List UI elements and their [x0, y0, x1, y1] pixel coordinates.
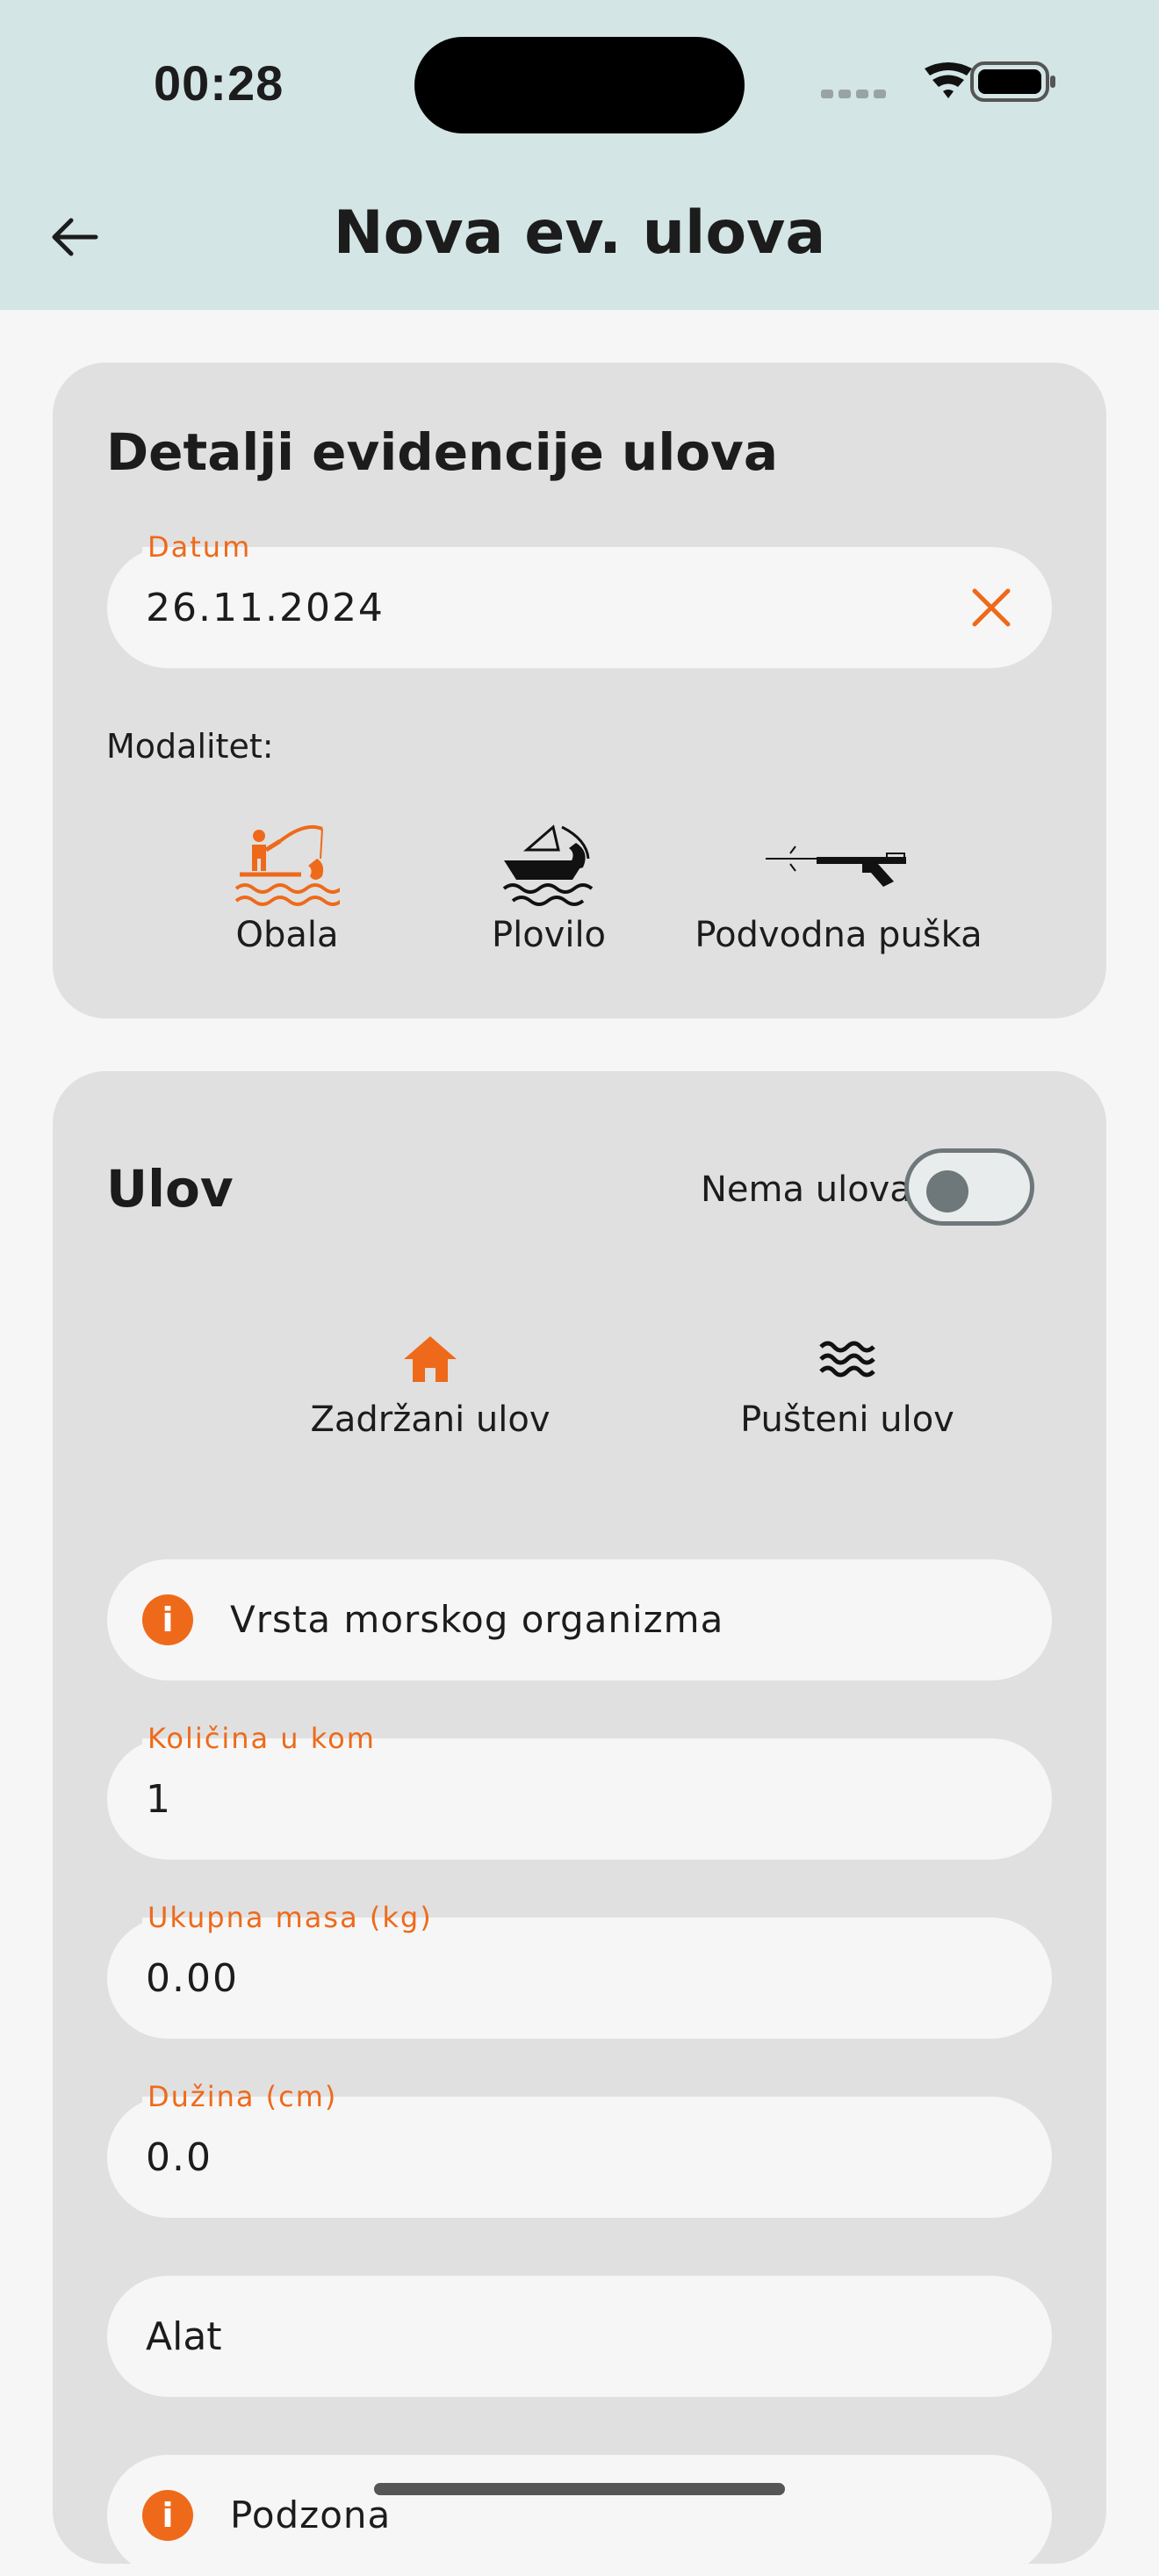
mass-field[interactable]: Ukupna masa (kg) 0.00	[107, 1900, 1052, 2039]
date-field-value: 26.11.2024	[146, 586, 385, 630]
subzone-field[interactable]: i Podzona	[107, 2455, 1052, 2576]
app-header: 00:28 Nova ev. ulova	[0, 0, 1159, 310]
quantity-field-label: Količina u kom	[142, 1721, 381, 1756]
species-field-placeholder: Vrsta morskog organizma	[230, 1598, 724, 1641]
home-icon	[404, 1336, 457, 1382]
mode-podvodna-puska[interactable]: Podvodna puška	[694, 824, 983, 955]
length-field[interactable]: Dužina (cm) 0.0	[107, 2079, 1052, 2218]
toggle-knob	[926, 1170, 968, 1212]
status-icons	[821, 61, 1055, 102]
catch-details-card: Detalji evidencije ulova Datum 26.11.202…	[53, 363, 1106, 1018]
tab-pusteni-ulov[interactable]: Pušteni ulov	[650, 1335, 1045, 1440]
catch-card-title: Ulov	[106, 1159, 234, 1219]
subzone-field-placeholder: Podzona	[230, 2493, 392, 2536]
boat-fishing-icon	[502, 824, 594, 906]
tool-field-placeholder: Alat	[146, 2314, 222, 2359]
mode-obala-label: Obala	[235, 915, 339, 955]
signal-icon	[821, 90, 886, 98]
date-field[interactable]: Datum 26.11.2024	[107, 529, 1052, 668]
wifi-icon	[925, 62, 972, 98]
length-field-value: 0.0	[146, 2135, 212, 2180]
length-field-label: Dužina (cm)	[142, 2079, 343, 2114]
mode-plovilo[interactable]: Plovilo	[439, 824, 659, 955]
waves-icon	[819, 1341, 875, 1378]
species-field[interactable]: i Vrsta morskog organizma	[107, 1559, 1052, 1680]
mode-obala[interactable]: Obala	[176, 824, 399, 955]
tab-zadrzani-ulov-label: Zadržani ulov	[310, 1400, 551, 1440]
quantity-field[interactable]: Količina u kom 1	[107, 1721, 1052, 1860]
no-catch-toggle[interactable]	[904, 1148, 1034, 1226]
date-field-label: Datum	[142, 529, 257, 565]
mass-field-value: 0.00	[146, 1956, 239, 2001]
tool-field[interactable]: Alat	[107, 2276, 1052, 2397]
modalitet-label: Modalitet:	[106, 727, 274, 766]
mode-podvodna-puska-label: Podvodna puška	[695, 915, 983, 955]
catch-card: Ulov Nema ulova Zadržani ulov Pušteni ul…	[53, 1071, 1106, 2576]
page-title: Nova ev. ulova	[333, 198, 826, 268]
quantity-field-value: 1	[146, 1777, 172, 1822]
tab-zadrzani-ulov[interactable]: Zadržani ulov	[246, 1335, 615, 1440]
shore-fishing-icon	[234, 824, 340, 906]
speargun-icon	[766, 845, 906, 887]
mode-plovilo-label: Plovilo	[491, 915, 607, 955]
status-time: 00:28	[154, 55, 284, 111]
battery-icon	[970, 61, 1055, 102]
tab-pusteni-ulov-label: Pušteni ulov	[740, 1400, 954, 1440]
details-card-title: Detalji evidencije ulova	[106, 422, 778, 482]
home-indicator[interactable]	[374, 2483, 785, 2495]
info-icon: i	[142, 1594, 193, 1645]
info-icon: i	[142, 2490, 193, 2541]
no-catch-label: Nema ulova	[701, 1169, 911, 1210]
mass-field-label: Ukupna masa (kg)	[142, 1900, 438, 1935]
clear-icon[interactable]	[969, 586, 1013, 630]
dynamic-island	[414, 37, 745, 133]
